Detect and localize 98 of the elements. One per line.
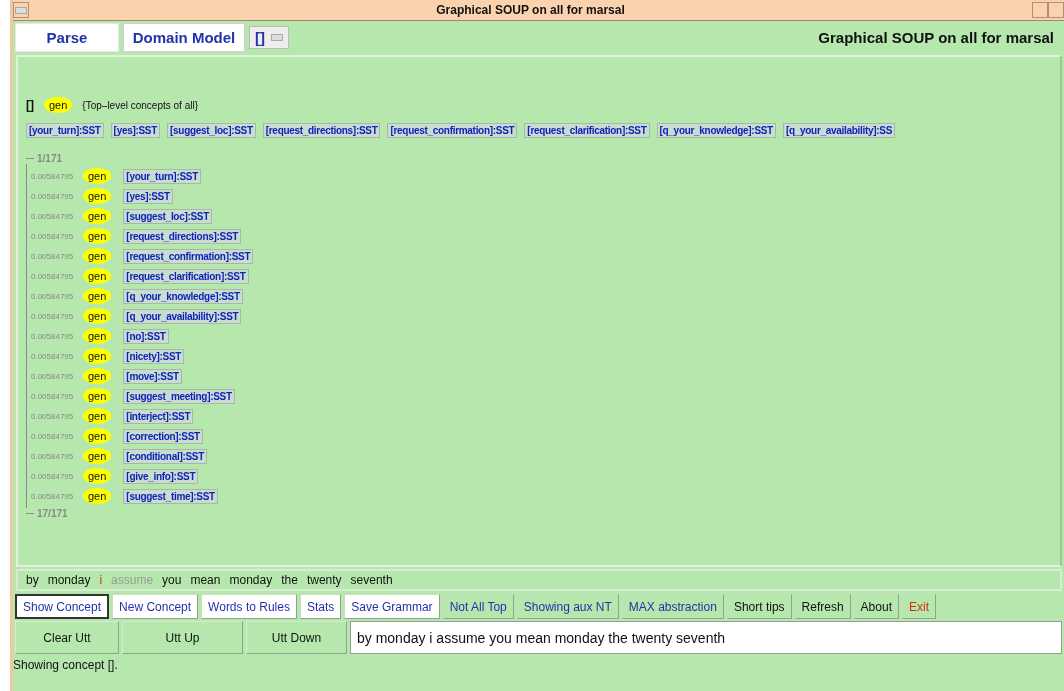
utterance-word[interactable]: mean xyxy=(190,573,221,587)
utterance-word[interactable]: the xyxy=(281,573,298,587)
tab[interactable]: Parse xyxy=(15,22,119,52)
score: 0.00584795 xyxy=(31,251,75,261)
concept-chip[interactable]: [interject]:SST xyxy=(123,408,194,424)
gen-tag: gen xyxy=(83,368,112,384)
concept-chip[interactable]: [give_info]:SST xyxy=(123,468,199,484)
utterance-word[interactable]: by xyxy=(26,573,39,587)
toolbar-button[interactable]: Showing aux NT xyxy=(516,594,619,619)
gen-tag: gen xyxy=(83,208,112,224)
score: 0.00584795 xyxy=(31,471,75,481)
concept-chip[interactable]: [no]:SST xyxy=(123,328,169,344)
toolbar-button[interactable]: Save Grammar xyxy=(344,594,440,619)
toolbar-button[interactable]: Words to Rules xyxy=(201,594,297,619)
toolbar-button[interactable]: Refresh xyxy=(794,594,851,619)
score: 0.00584795 xyxy=(31,451,75,461)
window-title: Graphical SOUP on all for marsal xyxy=(435,3,626,17)
utterance-word[interactable]: monday xyxy=(47,573,91,587)
utterance-word[interactable]: monday xyxy=(229,573,273,587)
gen-tag: gen xyxy=(83,388,112,404)
utterance-button[interactable]: Utt Down xyxy=(246,621,347,654)
concept-chip[interactable]: [q_your_knowledge]:SST xyxy=(123,288,243,304)
toolbar-button[interactable]: New Concept xyxy=(112,594,199,619)
gen-tag: gen xyxy=(83,228,112,244)
gen-tag: gen xyxy=(83,168,112,184)
concept-chip[interactable]: [q_your_availability]:SS xyxy=(782,123,896,138)
score: 0.00584795 xyxy=(31,411,75,421)
score: 0.00584795 xyxy=(31,311,75,321)
concept-chip[interactable]: [request_directions]:SST xyxy=(123,228,242,244)
gen-tag: gen xyxy=(44,97,73,113)
concept-chip[interactable]: [q_your_availability]:SST xyxy=(123,308,242,324)
concept-chip[interactable]: [request_clarification]:SST xyxy=(524,123,650,138)
utterance-button[interactable]: Utt Up xyxy=(122,621,243,654)
gen-tag: gen xyxy=(83,428,112,444)
score: 0.00584795 xyxy=(31,431,75,441)
concept-chip[interactable]: [request_directions]:SST xyxy=(262,123,381,138)
concept-chip[interactable]: [your_turn]:SST xyxy=(123,168,201,184)
gen-tag: gen xyxy=(83,488,112,504)
gen-tag: gen xyxy=(83,448,112,464)
score: 0.00584795 xyxy=(31,291,75,301)
concept-chip[interactable]: [q_your_knowledge]:SST xyxy=(656,123,776,138)
concept-name: [] xyxy=(26,98,34,112)
range-start: 1/171 xyxy=(37,153,63,164)
gen-tag: gen xyxy=(83,408,112,424)
utterance-word[interactable]: twenty xyxy=(306,573,342,587)
concept-chip[interactable]: [request_clarification]:SST xyxy=(123,268,249,284)
concept-chip[interactable]: [suggest_meeting]:SST xyxy=(123,388,235,404)
concept-selector[interactable]: [] xyxy=(249,25,289,49)
concept-chip[interactable]: [your_turn]:SST xyxy=(26,123,104,138)
maximize-button[interactable] xyxy=(1048,2,1064,18)
gen-tag: gen xyxy=(83,328,112,344)
gen-tag: gen xyxy=(83,348,112,364)
gen-tag: gen xyxy=(83,248,112,264)
concept-chip[interactable]: [suggest_loc]:SST xyxy=(123,208,213,224)
concept-chip[interactable]: [correction]:SST xyxy=(123,428,203,444)
score: 0.00584795 xyxy=(31,351,75,361)
toolbar-button[interactable]: MAX abstraction xyxy=(621,594,724,619)
toolbar-button[interactable]: About xyxy=(853,594,899,619)
gen-tag: gen xyxy=(83,188,112,204)
gen-tag: gen xyxy=(83,468,112,484)
score: 0.00584795 xyxy=(31,211,75,221)
score: 0.00584795 xyxy=(31,231,75,241)
concept-chip[interactable]: [move]:SST xyxy=(123,368,182,384)
concept-chip[interactable]: [conditional]:SST xyxy=(123,448,208,464)
concept-chip[interactable]: [nicety]:SST xyxy=(123,348,185,364)
toolbar-button[interactable]: Stats xyxy=(299,594,342,619)
header-title: Graphical SOUP on all for marsal xyxy=(818,28,1055,46)
utterance-word[interactable]: you xyxy=(162,573,182,587)
toolbar-button[interactable]: Short tips xyxy=(726,594,792,619)
toolbar-button[interactable]: Exit xyxy=(901,594,936,619)
minimize-button[interactable] xyxy=(1032,2,1048,18)
toolbar-button[interactable]: Show Concept xyxy=(15,594,110,619)
concept-chip[interactable]: [request_confirmation]:SST xyxy=(387,123,518,138)
utterance-word[interactable]: i xyxy=(99,573,103,587)
concept-chip[interactable]: [suggest_time]:SST xyxy=(123,488,218,504)
gen-tag: gen xyxy=(83,308,112,324)
score: 0.00584795 xyxy=(31,491,75,501)
utterance-button[interactable]: Clear Utt xyxy=(15,621,119,654)
concept-description: {Top–level concepts of all} xyxy=(82,99,198,111)
toolbar-button[interactable]: Not All Top xyxy=(442,594,514,619)
status-text: Showing concept []. xyxy=(13,657,119,672)
utterance-input[interactable]: by monday i assume you mean monday the twenty seventh xyxy=(350,621,1062,654)
concept-chip[interactable]: [request_confirmation]:SST xyxy=(123,248,254,264)
tab[interactable]: Domain Model xyxy=(123,22,245,52)
range-end: 17/171 xyxy=(37,508,68,519)
score: 0.00584795 xyxy=(31,391,75,401)
concept-chip[interactable]: [suggest_loc]:SST xyxy=(167,123,256,138)
score: 0.00584795 xyxy=(31,271,75,281)
gen-tag: gen xyxy=(83,268,112,284)
score: 0.00584795 xyxy=(31,331,75,341)
utterance-word[interactable]: seventh xyxy=(350,573,393,587)
score: 0.00584795 xyxy=(31,191,75,201)
gen-tag: gen xyxy=(83,288,112,304)
score: 0.00584795 xyxy=(31,171,75,181)
concept-chip[interactable]: [yes]:SST xyxy=(123,188,173,204)
window-menu-button[interactable] xyxy=(13,2,29,18)
concept-chip[interactable]: [yes]:SST xyxy=(110,123,161,138)
score: 0.00584795 xyxy=(31,371,75,381)
